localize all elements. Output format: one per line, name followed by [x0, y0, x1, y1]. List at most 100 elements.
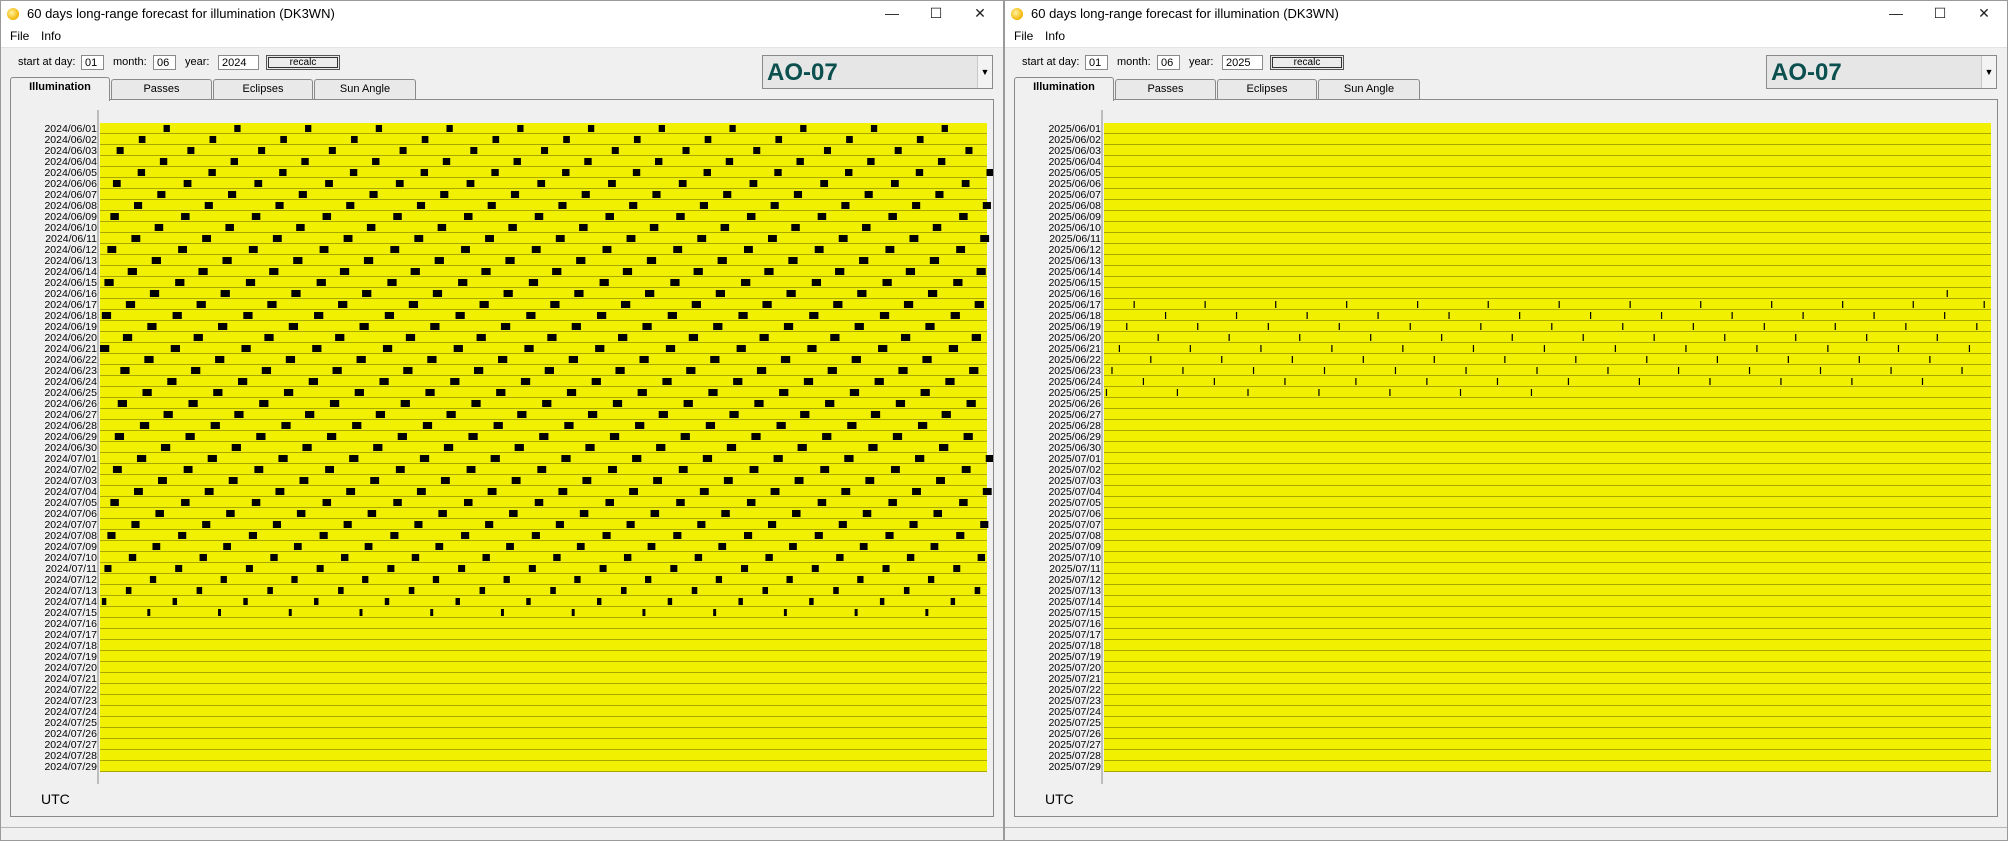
- eclipse-mark: [1638, 378, 1640, 385]
- close-icon[interactable]: ✕: [958, 1, 1002, 27]
- eclipse-mark: [645, 290, 655, 297]
- start-day-input[interactable]: 01: [81, 55, 104, 70]
- minimize-icon[interactable]: —: [870, 1, 914, 27]
- eclipse-mark: [1228, 334, 1230, 341]
- eclipse-mark: [375, 125, 383, 132]
- illumination-row: [1104, 497, 1991, 508]
- eclipse-mark: [927, 290, 938, 297]
- eclipse-mark: [1629, 301, 1631, 308]
- minimize-icon[interactable]: —: [1874, 1, 1918, 27]
- menu-file[interactable]: File: [10, 29, 29, 43]
- status-bar: [1, 827, 1003, 838]
- eclipse-mark: [729, 411, 739, 418]
- eclipse-mark: [1465, 367, 1467, 374]
- tab-sun-angle[interactable]: Sun Angle: [1318, 79, 1420, 99]
- eclipse-mark: [230, 158, 238, 165]
- eclipse-mark: [534, 499, 544, 506]
- recalc-button[interactable]: recalc: [266, 55, 340, 70]
- eclipse-mark: [419, 455, 430, 462]
- eclipse-mark: [715, 290, 726, 297]
- illumination-row: [1104, 706, 1991, 717]
- eclipse-mark: [241, 345, 251, 352]
- eclipse-mark: [134, 202, 143, 209]
- dropdown-arrow-icon[interactable]: ▼: [1981, 56, 1996, 88]
- eclipse-mark: [446, 125, 453, 132]
- eclipse-mark: [844, 455, 854, 462]
- menu-info[interactable]: Info: [41, 29, 61, 43]
- eclipse-mark: [1607, 367, 1609, 374]
- eclipse-mark: [372, 158, 380, 165]
- menu-info[interactable]: Info: [1045, 29, 1065, 43]
- eclipse-mark: [393, 499, 402, 506]
- eclipse-mark: [1275, 301, 1277, 308]
- eclipse-mark: [635, 422, 645, 429]
- tab-passes[interactable]: Passes: [111, 79, 212, 99]
- eclipse-mark: [1235, 312, 1238, 319]
- illumination-row: [100, 123, 987, 134]
- maximize-icon[interactable]: ☐: [1918, 1, 1962, 27]
- satellite-select[interactable]: AO-07 ▼: [762, 55, 993, 89]
- eclipse-mark: [354, 389, 364, 396]
- eclipse-mark: [288, 609, 292, 616]
- illumination-row: [100, 596, 987, 607]
- satellite-select[interactable]: AO-07 ▼: [1766, 55, 1997, 89]
- eclipse-mark: [878, 345, 888, 352]
- eclipse-mark: [1575, 356, 1577, 363]
- eclipse-mark: [903, 587, 910, 594]
- illumination-row: [1104, 365, 1991, 376]
- eclipse-mark: [278, 455, 288, 462]
- title-bar[interactable]: 60 days long-range forecast for illumina…: [1, 1, 1003, 27]
- eclipse-mark: [261, 367, 272, 374]
- illumination-row: [1104, 134, 1991, 145]
- month-input[interactable]: 06: [153, 55, 176, 70]
- eclipse-mark: [774, 169, 782, 176]
- illumination-row: [1104, 684, 1991, 695]
- illumination-row: [100, 629, 987, 640]
- tab-illumination[interactable]: Illumination: [1014, 77, 1114, 101]
- eclipse-mark: [296, 224, 305, 231]
- eclipse-mark: [513, 158, 521, 165]
- maximize-icon[interactable]: ☐: [914, 1, 958, 27]
- title-bar[interactable]: 60 days long-range forecast for illumina…: [1005, 1, 2007, 27]
- illumination-row: [100, 332, 987, 343]
- tab-passes[interactable]: Passes: [1115, 79, 1216, 99]
- close-icon[interactable]: ✕: [1962, 1, 2006, 27]
- eclipse-mark: [608, 180, 616, 187]
- illumination-row: [100, 497, 987, 508]
- tab-eclipses[interactable]: Eclipses: [1217, 79, 1317, 99]
- eclipse-mark: [432, 576, 440, 583]
- tab-eclipses[interactable]: Eclipses: [213, 79, 313, 99]
- eclipse-mark: [524, 345, 534, 352]
- eclipse-mark: [1362, 356, 1364, 363]
- illumination-row: [1104, 288, 1991, 299]
- eclipse-mark: [721, 510, 730, 517]
- eclipse-mark: [526, 598, 531, 605]
- eclipse-mark: [1150, 356, 1152, 363]
- eclipse-mark: [1402, 345, 1404, 352]
- month-input[interactable]: 06: [1157, 55, 1180, 70]
- eclipse-mark: [1197, 323, 1199, 330]
- recalc-button[interactable]: recalc: [1270, 55, 1344, 70]
- start-day-input[interactable]: 01: [1085, 55, 1108, 70]
- illumination-row: [100, 211, 987, 222]
- eclipse-mark: [555, 235, 565, 242]
- eclipse-mark: [579, 224, 588, 231]
- eclipse-mark: [599, 565, 607, 572]
- eclipse-mark: [891, 180, 899, 187]
- year-input[interactable]: 2025: [1222, 55, 1263, 70]
- dropdown-arrow-icon[interactable]: ▼: [977, 56, 992, 88]
- eclipse-mark: [915, 169, 924, 176]
- tab-sun-angle[interactable]: Sun Angle: [314, 79, 416, 99]
- eclipse-mark: [403, 367, 413, 374]
- eclipse-mark: [299, 477, 309, 484]
- eclipse-mark: [680, 433, 690, 440]
- tab-illumination[interactable]: Illumination: [10, 77, 110, 101]
- year-input[interactable]: 2024: [218, 55, 259, 70]
- illumination-row: [100, 750, 987, 761]
- eclipse-mark: [768, 235, 777, 242]
- eclipse-mark: [314, 598, 319, 605]
- menu-file[interactable]: File: [1014, 29, 1033, 43]
- eclipse-mark: [1551, 323, 1553, 330]
- eclipse-mark: [673, 246, 683, 253]
- eclipse-mark: [867, 158, 875, 165]
